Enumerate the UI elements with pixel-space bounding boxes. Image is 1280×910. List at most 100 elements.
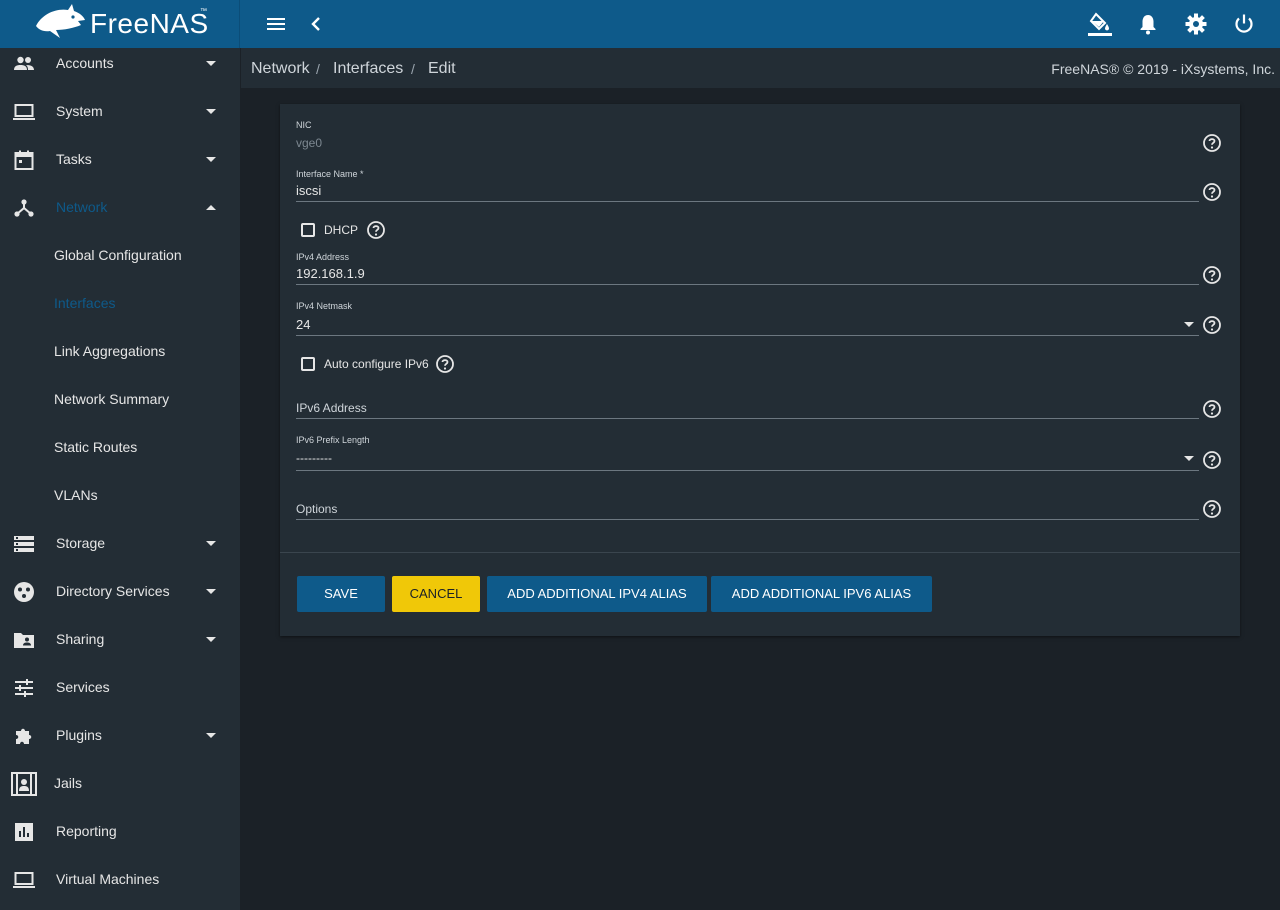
help-icon[interactable] bbox=[1202, 133, 1222, 153]
help-icon[interactable] bbox=[1202, 499, 1222, 519]
brand-logo[interactable]: FreeNAS ™ bbox=[0, 0, 240, 48]
help-icon[interactable] bbox=[1202, 182, 1222, 202]
ipv6-address-input[interactable]: IPv6 Address bbox=[296, 401, 367, 415]
help-icon[interactable] bbox=[1202, 315, 1222, 335]
auto-ipv6-label: Auto configure IPv6 bbox=[324, 357, 429, 371]
chevron-down-icon bbox=[206, 109, 216, 114]
tune-icon bbox=[15, 679, 33, 697]
sidebar-item-virtual-machines[interactable]: Virtual Machines bbox=[0, 856, 240, 904]
sidebar: Accounts System Tasks Network Global Con… bbox=[0, 48, 240, 910]
puzzle-icon bbox=[16, 728, 32, 744]
save-button[interactable]: SAVE bbox=[297, 576, 385, 612]
ipv4-address-underline bbox=[296, 284, 1199, 285]
jail-icon bbox=[11, 772, 37, 796]
ipv6-address-underline bbox=[296, 418, 1199, 419]
options-underline bbox=[296, 519, 1199, 520]
brand-name: FreeNAS bbox=[90, 8, 209, 39]
add-ipv4-alias-button[interactable]: ADD ADDITIONAL IPV4 ALIAS bbox=[487, 576, 707, 612]
sidebar-item-sharing[interactable]: Sharing bbox=[0, 616, 240, 664]
sidebar-item-storage[interactable]: Storage bbox=[0, 520, 240, 568]
sidebar-item-reporting[interactable]: Reporting bbox=[0, 808, 240, 856]
ipv4-netmask-select[interactable]: 24 bbox=[296, 317, 310, 332]
storage-icon bbox=[14, 536, 34, 552]
sidebar-item-label: Reporting bbox=[56, 823, 117, 839]
sidebar-item-interfaces[interactable]: Interfaces bbox=[0, 280, 240, 328]
sidebar-item-label: Sharing bbox=[56, 631, 105, 647]
sidebar-item-label: Jails bbox=[54, 775, 83, 791]
people-icon bbox=[14, 56, 34, 70]
ipv4-address-input[interactable]: 192.168.1.9 bbox=[296, 266, 365, 281]
add-ipv6-alias-button[interactable]: ADD ADDITIONAL IPV6 ALIAS bbox=[711, 576, 932, 612]
breadcrumb: Network / Interfaces / Edit FreeNAS® © 2… bbox=[241, 48, 1280, 88]
breadcrumb-separator: / bbox=[316, 61, 320, 77]
sidebar-item-label: Static Routes bbox=[54, 439, 138, 455]
dropdown-arrow-icon[interactable] bbox=[1184, 456, 1194, 461]
theme-paint-icon[interactable] bbox=[1088, 12, 1112, 36]
ipv4-netmask-label: IPv4 Netmask bbox=[296, 301, 353, 311]
sidebar-item-label: Storage bbox=[56, 535, 106, 551]
sidebar-item-jails[interactable]: Jails bbox=[0, 760, 240, 808]
sidebar-item-global-configuration[interactable]: Global Configuration bbox=[0, 232, 240, 280]
sidebar-item-label: Network bbox=[56, 199, 108, 215]
chevron-down-icon bbox=[206, 733, 216, 738]
nic-value: vge0 bbox=[296, 136, 323, 150]
directory-icon bbox=[14, 582, 34, 602]
sidebar-item-label: Network Summary bbox=[54, 391, 170, 407]
sidebar-item-label: Link Aggregations bbox=[54, 343, 166, 359]
ipv4-address-label: IPv4 Address bbox=[296, 252, 350, 262]
computer-icon bbox=[13, 872, 35, 888]
breadcrumb-edit: Edit bbox=[428, 60, 456, 77]
help-icon[interactable] bbox=[435, 354, 455, 374]
chevron-down-icon bbox=[206, 157, 216, 162]
sidebar-item-label: VLANs bbox=[54, 487, 98, 503]
ipv6-prefix-select[interactable]: --------- bbox=[296, 451, 332, 465]
sidebar-item-label: Tasks bbox=[56, 151, 92, 167]
gear-icon[interactable] bbox=[1184, 12, 1208, 36]
breadcrumb-separator: / bbox=[411, 61, 415, 77]
auto-ipv6-checkbox[interactable] bbox=[301, 357, 315, 371]
menu-icon[interactable] bbox=[264, 12, 288, 36]
chevron-down-icon bbox=[206, 61, 216, 66]
sidebar-item-tasks[interactable]: Tasks bbox=[0, 136, 240, 184]
interface-edit-form: NIC vge0 Interface Name * iscsi DHCP IPv… bbox=[280, 104, 1240, 636]
sidebar-item-network[interactable]: Network bbox=[0, 184, 240, 232]
sidebar-item-static-routes[interactable]: Static Routes bbox=[0, 424, 240, 472]
chevron-down-icon bbox=[206, 541, 216, 546]
help-icon[interactable] bbox=[1202, 399, 1222, 419]
help-icon[interactable] bbox=[366, 220, 386, 240]
sidebar-item-label: Interfaces bbox=[54, 295, 116, 311]
form-divider bbox=[280, 552, 1240, 553]
interface-name-input[interactable]: iscsi bbox=[296, 183, 321, 198]
help-icon[interactable] bbox=[1202, 265, 1222, 285]
sidebar-item-services[interactable]: Services bbox=[0, 664, 240, 712]
cancel-button[interactable]: CANCEL bbox=[392, 576, 480, 612]
sidebar-item-network-summary[interactable]: Network Summary bbox=[0, 376, 240, 424]
sidebar-item-accounts[interactable]: Accounts bbox=[0, 48, 240, 88]
power-icon[interactable] bbox=[1232, 12, 1256, 36]
dhcp-checkbox[interactable] bbox=[301, 223, 315, 237]
chevron-up-icon bbox=[206, 205, 216, 210]
folder-shared-icon bbox=[14, 633, 34, 648]
breadcrumb-interfaces[interactable]: Interfaces bbox=[333, 60, 403, 78]
laptop-icon bbox=[13, 104, 35, 120]
dhcp-label: DHCP bbox=[324, 223, 359, 237]
copyright-text: FreeNAS® © 2019 - iXsystems, Inc. bbox=[1051, 61, 1275, 77]
sidebar-item-label: Virtual Machines bbox=[56, 871, 160, 887]
options-input[interactable]: Options bbox=[296, 502, 337, 516]
help-icon[interactable] bbox=[1202, 450, 1222, 470]
breadcrumb-network[interactable]: Network bbox=[251, 60, 310, 78]
sidebar-item-plugins[interactable]: Plugins bbox=[0, 712, 240, 760]
calendar-icon bbox=[14, 150, 34, 170]
network-icon bbox=[14, 199, 34, 217]
chevron-left-icon[interactable] bbox=[304, 12, 328, 36]
shark-logo-icon bbox=[36, 4, 85, 38]
sidebar-item-vlans[interactable]: VLANs bbox=[0, 472, 240, 520]
sidebar-item-link-aggregations[interactable]: Link Aggregations bbox=[0, 328, 240, 376]
sidebar-item-label: Global Configuration bbox=[54, 247, 182, 263]
sidebar-item-system[interactable]: System bbox=[0, 88, 240, 136]
nic-label: NIC bbox=[296, 120, 312, 130]
dropdown-arrow-icon[interactable] bbox=[1184, 322, 1194, 327]
chevron-down-icon bbox=[206, 637, 216, 642]
sidebar-item-directory-services[interactable]: Directory Services bbox=[0, 568, 240, 616]
bell-icon[interactable] bbox=[1136, 12, 1160, 36]
